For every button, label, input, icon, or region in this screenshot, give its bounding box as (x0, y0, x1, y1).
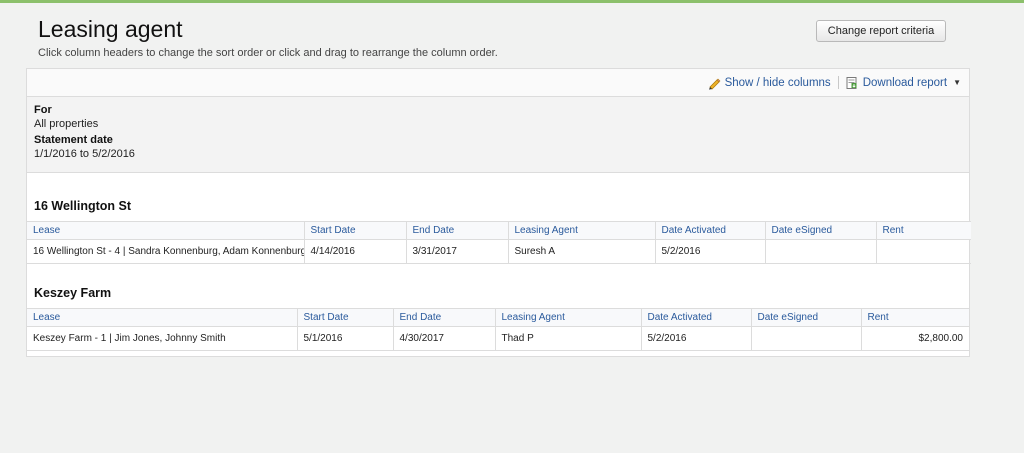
show-hide-columns-label: Show / hide columns (724, 76, 831, 89)
column-header-lease[interactable]: Lease (27, 308, 297, 327)
cell-end-date: 4/30/2017 (392, 326, 495, 351)
cell-rent: $2,800.00 (860, 326, 969, 351)
column-header-rent[interactable]: Rent (860, 308, 969, 327)
change-report-criteria-button[interactable]: Change report criteria (816, 20, 946, 42)
top-accent-bar (0, 0, 1024, 3)
pencil-icon (707, 76, 721, 90)
column-header-leasing-agent[interactable]: Leasing Agent (494, 308, 641, 327)
table-row: Keszey Farm - 1 | Jim Jones, Johnny Smit… (27, 326, 969, 351)
for-value: All properties (34, 118, 99, 130)
cell-leasing-agent: Thad P (494, 326, 641, 351)
column-header-date-activated[interactable]: Date Activated (654, 221, 765, 240)
column-header-rent[interactable]: Rent (875, 221, 971, 240)
column-header-leasing-agent[interactable]: Leasing Agent (507, 221, 655, 240)
cell-date-esigned (750, 326, 861, 351)
show-hide-columns-link[interactable]: Show / hide columns (707, 76, 831, 90)
download-report-label: Download report (862, 76, 948, 89)
column-header-lease[interactable]: Lease (27, 221, 304, 240)
toolbar-divider (837, 76, 839, 89)
table-header-row: Lease Start Date End Date Leasing Agent … (27, 221, 971, 240)
column-header-date-esigned[interactable]: Date eSigned (764, 221, 876, 240)
download-report-link[interactable]: Download report ▼ (845, 76, 961, 90)
cell-date-esigned (764, 239, 876, 264)
report-panel: Show / hide columns Download report ▼ Fo… (26, 68, 971, 357)
page-subtitle: Click column headers to change the sort … (38, 47, 498, 59)
column-header-date-activated[interactable]: Date Activated (640, 308, 751, 327)
table-row: 16 Wellington St - 4 | Sandra Konnenburg… (27, 239, 971, 264)
column-header-end-date[interactable]: End Date (392, 308, 495, 327)
statement-date-label: Statement date (34, 134, 113, 146)
page-title: Leasing agent (38, 16, 183, 42)
cell-start-date: 4/14/2016 (303, 239, 406, 264)
cell-end-date: 3/31/2017 (405, 239, 508, 264)
cell-lease: 16 Wellington St - 4 | Sandra Konnenburg… (27, 239, 304, 264)
download-report-icon (845, 76, 859, 90)
table-header-row: Lease Start Date End Date Leasing Agent … (27, 308, 969, 327)
lease-table-16-wellington-st: Lease Start Date End Date Leasing Agent … (27, 221, 971, 264)
column-header-start-date[interactable]: Start Date (303, 221, 406, 240)
cell-start-date: 5/1/2016 (296, 326, 393, 351)
cell-lease: Keszey Farm - 1 | Jim Jones, Johnny Smit… (27, 326, 297, 351)
statement-date-value: 1/1/2016 to 5/2/2016 (34, 148, 135, 160)
column-header-end-date[interactable]: End Date (405, 221, 508, 240)
group-title-16-wellington-st: 16 Wellington St (34, 199, 131, 213)
for-label: For (34, 104, 52, 116)
cell-date-activated: 5/2/2016 (654, 239, 765, 264)
lease-table-keszey-farm: Lease Start Date End Date Leasing Agent … (27, 308, 969, 351)
report-criteria-summary: For All properties Statement date 1/1/20… (27, 97, 969, 173)
chevron-down-icon[interactable]: ▼ (953, 78, 961, 87)
cell-leasing-agent: Suresh A (507, 239, 655, 264)
cell-rent (875, 239, 971, 264)
column-header-start-date[interactable]: Start Date (296, 308, 393, 327)
group-title-keszey-farm: Keszey Farm (34, 286, 112, 300)
report-toolbar: Show / hide columns Download report ▼ (27, 69, 969, 97)
column-header-date-esigned[interactable]: Date eSigned (750, 308, 861, 327)
cell-date-activated: 5/2/2016 (640, 326, 751, 351)
